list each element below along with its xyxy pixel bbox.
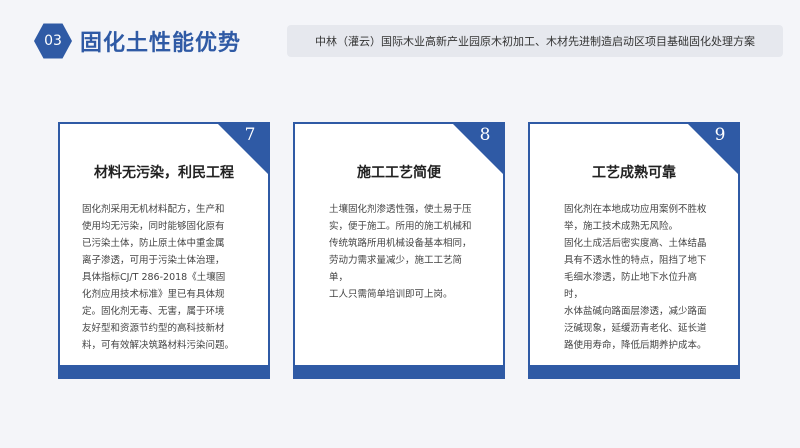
card-number: 8 <box>479 125 491 145</box>
card-construction: 8 施工工艺简便 土壤固化剂渗透性强，使土易于压 实，便于施工。所用的施工机械和… <box>293 122 505 379</box>
project-subtitle-text: 中林（灌云）国际木业高新产业园原木初加工、木材先进制造启动区项目基础固化处理方案 <box>315 35 755 48</box>
card-footer-bar <box>293 365 505 379</box>
page-title: 固化土性能优势 <box>80 31 242 56</box>
card-footer-bar <box>58 365 270 379</box>
card-body: 固化剂在本地成功应用案例不胜枚 举，施工技术成熟无风险。 固化土成活后密实度高、… <box>564 204 707 351</box>
card-number: 7 <box>244 125 256 145</box>
card-title: 工艺成熟可靠 <box>592 165 676 181</box>
card-material: 7 材料无污染，利民工程 固化剂采用无机材料配方，生产和 使用均无污染，同时能够… <box>58 122 270 379</box>
card-body: 土壤固化剂渗透性强，使土易于压 实，便于施工。所用的施工机械和 传统筑路所用机械… <box>329 204 472 300</box>
section-number-badge: 03 <box>34 23 72 59</box>
card-title: 施工工艺简便 <box>357 165 441 181</box>
card-body: 固化剂采用无机材料配方，生产和 使用均无污染，同时能够固化原有 已污染土体，防止… <box>82 204 235 351</box>
card-footer-bar <box>528 365 740 379</box>
card-process: 9 工艺成熟可靠 固化剂在本地成功应用案例不胜枚 举，施工技术成熟无风险。 固化… <box>528 122 740 379</box>
card-title: 材料无污染，利民工程 <box>94 165 234 181</box>
project-subtitle: 中林（灌云）国际木业高新产业园原木初加工、木材先进制造启动区项目基础固化处理方案 <box>287 25 783 57</box>
card-number: 9 <box>714 125 726 145</box>
